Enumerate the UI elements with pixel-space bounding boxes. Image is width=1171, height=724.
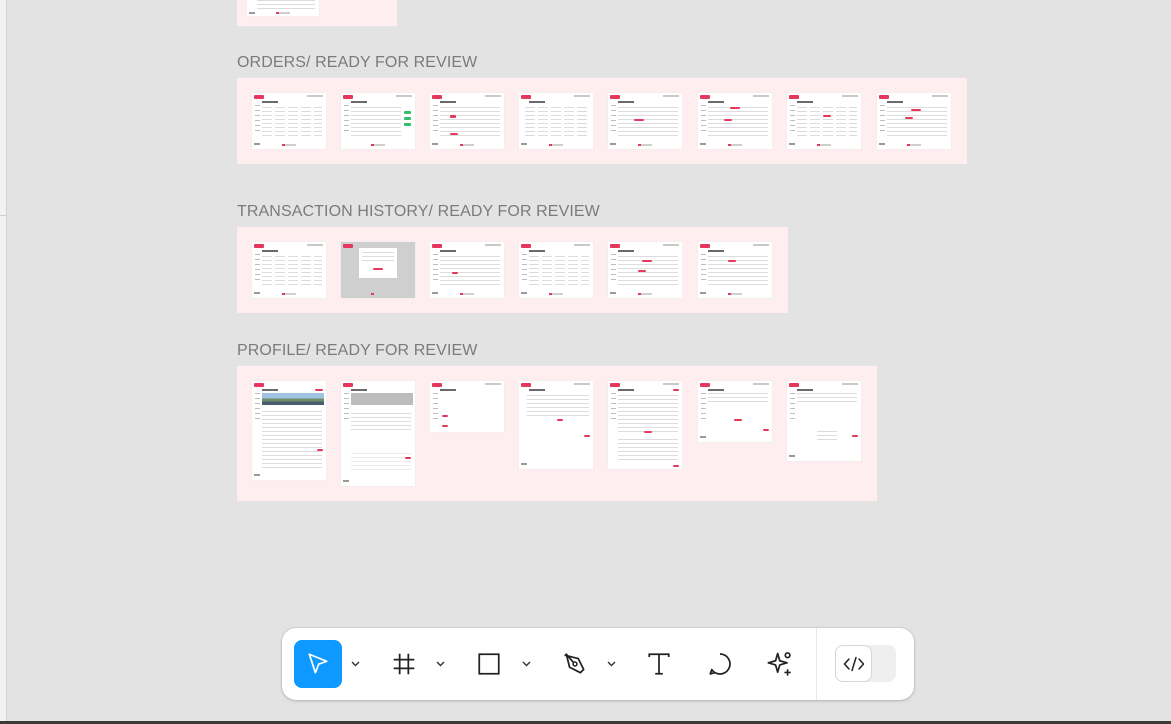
move-tool-button[interactable]: [294, 640, 342, 688]
pen-tool-menu-caret[interactable]: [604, 640, 618, 688]
sparkle-icon: [767, 652, 791, 676]
section-label-orders[interactable]: ORDERS/ READY FOR REVIEW: [237, 54, 477, 72]
frame-thumbnail[interactable]: [519, 93, 593, 149]
frame-thumbnail[interactable]: [430, 381, 504, 432]
comment-tool-button[interactable]: [696, 640, 744, 688]
text-tool-button[interactable]: [635, 640, 683, 688]
panel-divider: [0, 215, 7, 216]
chevron-down-icon: [436, 661, 444, 667]
frame-thumbnail[interactable]: [252, 381, 326, 480]
chevron-down-icon: [522, 661, 530, 667]
chevron-down-icon: [351, 661, 359, 667]
pen-tool-button[interactable]: [551, 640, 599, 688]
frame-tool-button[interactable]: [380, 640, 428, 688]
rectangle-icon: [478, 653, 500, 675]
frame-tool-menu-caret[interactable]: [433, 640, 447, 688]
move-tool-menu-caret[interactable]: [348, 640, 362, 688]
frame-hash-icon: [393, 653, 415, 675]
frame-thumbnail[interactable]: [698, 242, 772, 298]
frame-thumbnail[interactable]: [519, 242, 593, 298]
frame-thumbnail[interactable]: [430, 93, 504, 149]
frame-thumbnail[interactable]: [247, 0, 319, 16]
frame-thumbnail[interactable]: [341, 93, 415, 149]
section-top-partial: [237, 0, 397, 26]
frame-thumbnail[interactable]: [787, 381, 861, 461]
dev-mode-knob[interactable]: [836, 646, 871, 681]
bottom-toolbar: [282, 628, 914, 700]
frame-thumbnail[interactable]: [698, 93, 772, 149]
text-t-icon: [648, 653, 670, 675]
frame-thumbnail[interactable]: [252, 242, 326, 298]
frame-thumbnail[interactable]: [787, 93, 861, 149]
frame-thumbnail[interactable]: [519, 381, 593, 469]
shape-tool-menu-caret[interactable]: [519, 640, 533, 688]
section-transaction-history[interactable]: [237, 227, 788, 313]
frame-thumbnail[interactable]: [608, 381, 682, 469]
frame-thumbnail[interactable]: [341, 242, 415, 298]
toolbar-divider: [816, 628, 817, 700]
speech-bubble-icon: [709, 653, 731, 675]
section-label-profile[interactable]: PROFILE/ READY FOR REVIEW: [237, 342, 477, 360]
section-orders[interactable]: [237, 78, 967, 164]
code-brackets-icon: [843, 656, 864, 671]
pen-nib-icon: [564, 653, 585, 674]
frame-thumbnail[interactable]: [608, 93, 682, 149]
section-label-transaction-history[interactable]: TRANSACTION HISTORY/ READY FOR REVIEW: [237, 203, 600, 221]
actions-tool-button[interactable]: [756, 640, 804, 688]
shape-tool-button[interactable]: [465, 640, 513, 688]
frame-thumbnail[interactable]: [877, 93, 951, 149]
chevron-down-icon: [607, 661, 615, 667]
frame-thumbnail[interactable]: [252, 93, 326, 149]
frame-thumbnail[interactable]: [698, 381, 772, 442]
frame-thumbnail[interactable]: [341, 381, 415, 486]
frame-thumbnail[interactable]: [430, 242, 504, 298]
dev-mode-toggle[interactable]: [835, 645, 896, 682]
cursor-arrow-icon: [308, 653, 328, 674]
left-panel-edge: [0, 0, 7, 724]
frame-thumbnail[interactable]: [608, 242, 682, 298]
section-profile[interactable]: [237, 366, 877, 501]
